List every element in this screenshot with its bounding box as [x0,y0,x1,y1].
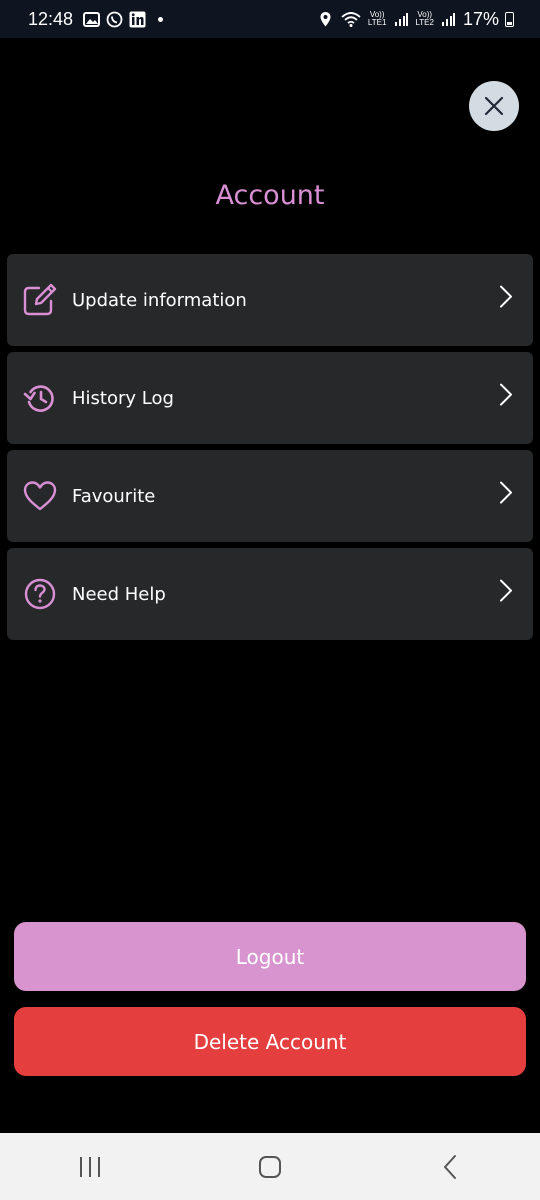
menu-label: Update information [72,289,247,311]
menu-item-history-log[interactable]: History Log [7,352,533,444]
wifi-icon [340,11,362,28]
logout-button[interactable]: Logout [14,922,526,991]
menu-label: Need Help [72,583,166,605]
navigation-bar [0,1133,540,1200]
menu-label: Favourite [72,485,156,507]
chevron-right-icon [499,481,513,509]
sim2-label: Vo)) LTE2 [415,10,434,27]
logout-label: Logout [235,944,305,969]
menu-item-update-information[interactable]: Update information [7,254,533,346]
sim1-label: Vo)) LTE1 [367,10,387,27]
linkedin-icon [129,11,146,28]
heart-icon [22,478,58,514]
signal-icon [392,11,409,28]
home-icon [259,1155,281,1178]
chevron-right-icon [499,579,513,607]
recent-apps-icon [80,1156,100,1177]
whatsapp-icon [106,11,123,28]
menu-item-need-help[interactable]: Need Help [7,548,533,640]
close-button[interactable] [469,81,519,131]
recent-apps-button[interactable] [60,1142,120,1192]
delete-account-button[interactable]: Delete Account [14,1007,526,1076]
status-bar: 12:48 Vo)) LTE1 Vo)) LTE2 17% [0,0,540,38]
battery-icon [505,11,514,27]
page-title: Account [215,180,325,211]
home-button[interactable] [240,1142,300,1192]
location-icon [317,11,334,28]
delete-account-label: Delete Account [193,1029,347,1054]
close-icon [484,96,504,116]
status-time: 12:48 [28,8,74,29]
back-icon [444,1154,456,1179]
signal-icon [440,11,457,28]
chevron-right-icon [499,383,513,411]
menu-item-favourite[interactable]: Favourite [7,450,533,542]
edit-icon [22,282,58,318]
menu-label: History Log [72,387,174,409]
notification-dot [158,16,164,22]
history-icon [22,380,58,416]
gallery-icon [83,11,101,28]
help-icon [22,576,58,612]
chevron-right-icon [499,285,513,313]
status-right: Vo)) LTE1 Vo)) LTE2 17% [317,9,514,30]
battery-percent: 17% [462,8,499,29]
menu-list: Update information History Log Favourite [7,254,533,646]
back-button[interactable] [420,1142,480,1192]
status-left: 12:48 [28,8,164,30]
